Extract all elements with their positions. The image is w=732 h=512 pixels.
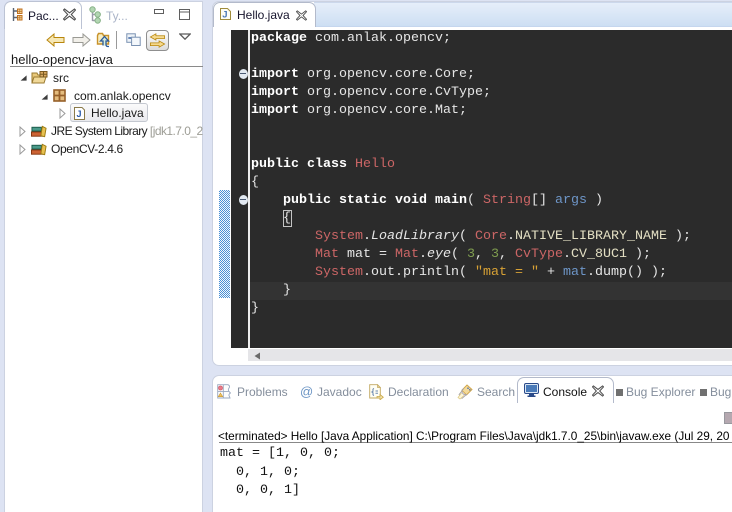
svg-text:J: J bbox=[77, 109, 82, 119]
svg-text:J: J bbox=[222, 10, 227, 21]
